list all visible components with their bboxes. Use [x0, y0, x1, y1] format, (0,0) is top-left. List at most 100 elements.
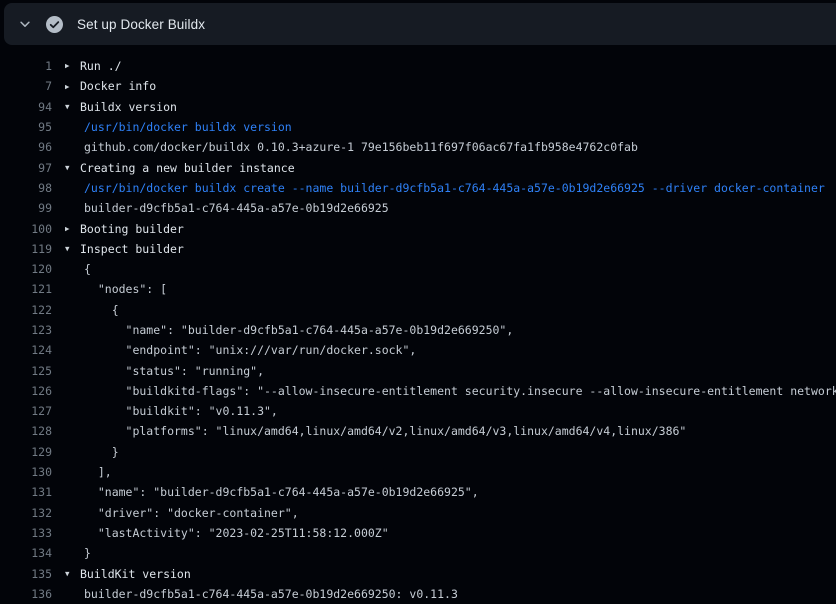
log-row: 100 ▶Booting builder — [0, 218, 836, 238]
triangle-down-icon[interactable]: ▼ — [65, 570, 80, 578]
log-row: 95/usr/bin/docker buildx version — [0, 117, 836, 137]
line-number[interactable]: 120 — [0, 262, 52, 276]
triangle-down-icon[interactable]: ▼ — [65, 245, 80, 253]
log-row: 124 "endpoint": "unix:///var/run/docker.… — [0, 340, 836, 360]
log-group-toggle[interactable]: ▶Docker info — [65, 79, 156, 93]
log-row: 119 ▼Inspect builder — [0, 239, 836, 259]
line-number[interactable]: 1 — [0, 59, 52, 73]
line-number[interactable]: 128 — [0, 424, 52, 438]
line-number[interactable]: 99 — [0, 201, 52, 215]
line-number[interactable]: 96 — [0, 140, 52, 154]
log-row: 128 "platforms": "linux/amd64,linux/amd6… — [0, 421, 836, 441]
line-number[interactable]: 124 — [0, 343, 52, 357]
log-row: 133 "lastActivity": "2023-02-25T11:58:12… — [0, 523, 836, 543]
log-group-toggle[interactable]: ▼Inspect builder — [65, 242, 184, 256]
log-output-text: "buildkitd-flags": "--allow-insecure-ent… — [84, 384, 836, 398]
chevron-down-icon[interactable] — [17, 16, 33, 32]
log-output-text: "nodes": [ — [84, 282, 167, 296]
log-output-text: { — [84, 262, 91, 276]
log-group-title: Run ./ — [80, 59, 122, 73]
log-row: 134} — [0, 543, 836, 563]
line-number[interactable]: 98 — [0, 181, 52, 195]
log-group-title: Buildx version — [80, 100, 177, 114]
line-number[interactable]: 123 — [0, 323, 52, 337]
check-circle-icon — [46, 16, 63, 33]
log-row: 132 "driver": "docker-container", — [0, 503, 836, 523]
log-row: 123 "name": "builder-d9cfb5a1-c764-445a-… — [0, 320, 836, 340]
triangle-down-icon[interactable]: ▼ — [65, 164, 80, 172]
log-group-toggle[interactable]: ▶Booting builder — [65, 222, 184, 236]
line-number[interactable]: 126 — [0, 384, 52, 398]
triangle-right-icon[interactable]: ▶ — [65, 62, 80, 70]
log-output-text: "platforms": "linux/amd64,linux/amd64/v2… — [84, 424, 686, 438]
log-row: 135 ▼BuildKit version — [0, 563, 836, 583]
log-output-text: ], — [84, 465, 112, 479]
log-row: 126 "buildkitd-flags": "--allow-insecure… — [0, 381, 836, 401]
log-row: 97 ▼Creating a new builder instance — [0, 157, 836, 177]
log-group-title: Docker info — [80, 79, 156, 93]
line-number[interactable]: 130 — [0, 465, 52, 479]
log-row: 96 github.com/docker/buildx 0.10.3+azure-… — [0, 137, 836, 157]
log-output-text: "status": "running", — [84, 364, 264, 378]
log-output-text: "name": "builder-d9cfb5a1-c764-445a-a57e… — [84, 485, 479, 499]
log-output-text: builder-d9cfb5a1-c764-445a-a57e-0b19d2e6… — [84, 201, 389, 215]
log-output-text: "lastActivity": "2023-02-25T11:58:12.000… — [84, 526, 389, 540]
line-number[interactable]: 135 — [0, 567, 52, 581]
log-output-text: "name": "builder-d9cfb5a1-c764-445a-a57e… — [84, 323, 513, 337]
line-number[interactable]: 100 — [0, 222, 52, 236]
line-number[interactable]: 119 — [0, 242, 52, 256]
line-number[interactable]: 97 — [0, 161, 52, 175]
log-row: 94 ▼Buildx version — [0, 97, 836, 117]
line-number[interactable]: 129 — [0, 445, 52, 459]
log-output-text: "driver": "docker-container", — [84, 506, 299, 520]
log-output-text: } — [84, 546, 91, 560]
log-output-text: "endpoint": "unix:///var/run/docker.sock… — [84, 343, 416, 357]
line-number[interactable]: 131 — [0, 485, 52, 499]
line-number[interactable]: 95 — [0, 120, 52, 134]
log-group-toggle[interactable]: ▼Creating a new builder instance — [65, 161, 295, 175]
log-command-text: /usr/bin/docker buildx version — [84, 120, 292, 134]
line-number[interactable]: 7 — [0, 79, 52, 93]
log-row: 136 builder-d9cfb5a1-c764-445a-a57e-0b19d… — [0, 584, 836, 604]
log-group-toggle[interactable]: ▶Run ./ — [65, 59, 122, 73]
log-row: 7 ▶Docker info — [0, 76, 836, 96]
log-row: 98/usr/bin/docker buildx create --name b… — [0, 178, 836, 198]
chevron-down-icon-svg — [18, 17, 32, 31]
line-number[interactable]: 125 — [0, 364, 52, 378]
log-output: 1▶Run ./7▶Docker info94▼Buildx version95… — [0, 45, 836, 604]
log-group-title: Creating a new builder instance — [80, 161, 295, 175]
log-output-text: builder-d9cfb5a1-c764-445a-a57e-0b19d2e6… — [84, 587, 458, 601]
line-number[interactable]: 94 — [0, 100, 52, 114]
step-header[interactable]: Set up Docker Buildx — [4, 3, 836, 45]
log-group-toggle[interactable]: ▼BuildKit version — [65, 567, 191, 581]
line-number[interactable]: 127 — [0, 404, 52, 418]
line-number[interactable]: 122 — [0, 303, 52, 317]
log-row: 120 { — [0, 259, 836, 279]
log-output-text: "buildkit": "v0.11.3", — [84, 404, 278, 418]
step-title: Set up Docker Buildx — [77, 17, 205, 32]
check-icon-svg — [49, 19, 60, 30]
log-row: 129 } — [0, 442, 836, 462]
triangle-down-icon[interactable]: ▼ — [65, 103, 80, 111]
log-row: 125 "status": "running", — [0, 360, 836, 380]
log-row: 99 builder-d9cfb5a1-c764-445a-a57e-0b19d2… — [0, 198, 836, 218]
log-output-text: github.com/docker/buildx 0.10.3+azure-1 … — [84, 140, 638, 154]
line-number[interactable]: 134 — [0, 546, 52, 560]
line-number[interactable]: 132 — [0, 506, 52, 520]
log-row: 130 ], — [0, 462, 836, 482]
log-group-title: BuildKit version — [80, 567, 191, 581]
line-number[interactable]: 121 — [0, 282, 52, 296]
log-group-toggle[interactable]: ▼Buildx version — [65, 100, 177, 114]
log-row: 131 "name": "builder-d9cfb5a1-c764-445a-… — [0, 482, 836, 502]
line-number[interactable]: 133 — [0, 526, 52, 540]
log-row: 121 "nodes": [ — [0, 279, 836, 299]
log-row: 122 { — [0, 300, 836, 320]
log-output-text: { — [84, 303, 119, 317]
log-group-title: Booting builder — [80, 222, 184, 236]
line-number[interactable]: 136 — [0, 587, 52, 601]
log-output-text: } — [84, 445, 119, 459]
triangle-right-icon[interactable]: ▶ — [65, 225, 80, 233]
log-command-text: /usr/bin/docker buildx create --name bui… — [84, 181, 825, 195]
log-row: 127 "buildkit": "v0.11.3", — [0, 401, 836, 421]
triangle-right-icon[interactable]: ▶ — [65, 83, 80, 91]
